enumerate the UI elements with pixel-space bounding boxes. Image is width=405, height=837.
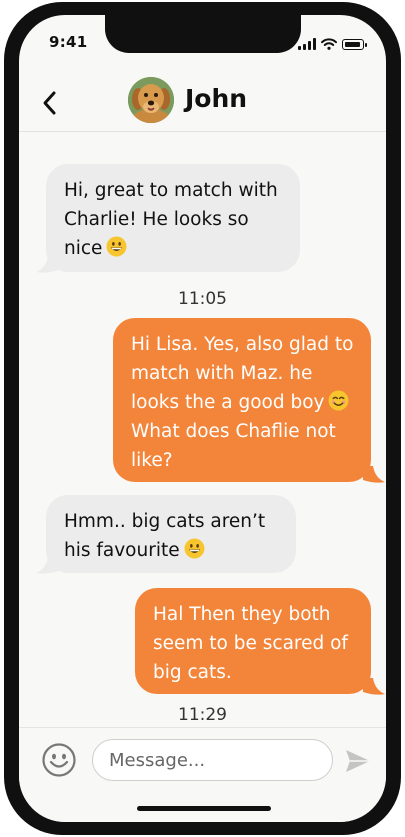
message-input[interactable]: [92, 739, 333, 781]
timestamp: 11:29: [178, 705, 227, 725]
message-bubble-outgoing: Hi Lisa. Yes, also glad to match with Ma…: [113, 318, 371, 482]
message-text-line: nice: [64, 238, 103, 259]
notch: [105, 15, 301, 53]
message-text-line: Hal Then they both: [153, 604, 331, 625]
smiling-face-emoji-icon: [329, 390, 349, 411]
contact-name[interactable]: John: [185, 84, 247, 113]
bubble-tail: [36, 256, 58, 273]
grinning-face-emoji-icon: [106, 236, 127, 257]
grinning-face-emoji-icon: [184, 538, 205, 559]
message-text-line: match with Maz. he: [131, 363, 313, 384]
bubble-tail: [363, 466, 385, 483]
chevron-left-icon[interactable]: [37, 85, 63, 121]
status-time: 9:41: [49, 33, 88, 51]
message-text-line: big cats.: [153, 662, 232, 683]
message-text-line: his favourite: [64, 540, 180, 561]
message-bubble-incoming: Hmm.. big cats aren’t his favourite: [46, 495, 296, 573]
chat-screen: 9:41 John Hi, great to match with Charli…: [19, 15, 386, 822]
message-bubble-incoming: Hi, great to match with Charlie! He look…: [46, 164, 300, 272]
signal-icon: [298, 38, 316, 50]
message-text-line: like?: [131, 450, 173, 471]
message-text-line: What does Chaflie not: [131, 421, 336, 442]
battery-icon: [342, 39, 367, 50]
dog-avatar-icon: [128, 77, 174, 123]
status-icons: [298, 36, 367, 50]
message-text-line: Hmm.. big cats aren’t: [64, 511, 266, 532]
message-bubble-outgoing: Hal Then they both seem to be scared of …: [135, 588, 371, 694]
wifi-icon: [321, 38, 337, 50]
message-text-line: Hi, great to match with: [64, 180, 278, 201]
home-indicator: [137, 806, 271, 811]
message-text-line: looks the a good boy: [131, 392, 325, 413]
timestamp: 11:05: [178, 289, 227, 309]
smiley-icon[interactable]: [42, 743, 76, 777]
avatar[interactable]: [128, 77, 174, 123]
bubble-tail: [363, 678, 385, 695]
send-arrow-icon[interactable]: [343, 746, 373, 776]
chat-header: John: [19, 77, 386, 132]
phone-frame: 9:41 John Hi, great to match with Charli…: [4, 2, 401, 835]
message-text-line: Hi Lisa. Yes, also glad to: [131, 334, 354, 355]
bubble-tail: [36, 557, 58, 574]
message-text-line: seem to be scared of: [153, 633, 348, 654]
message-text-line: Charlie! He looks so: [64, 209, 249, 230]
